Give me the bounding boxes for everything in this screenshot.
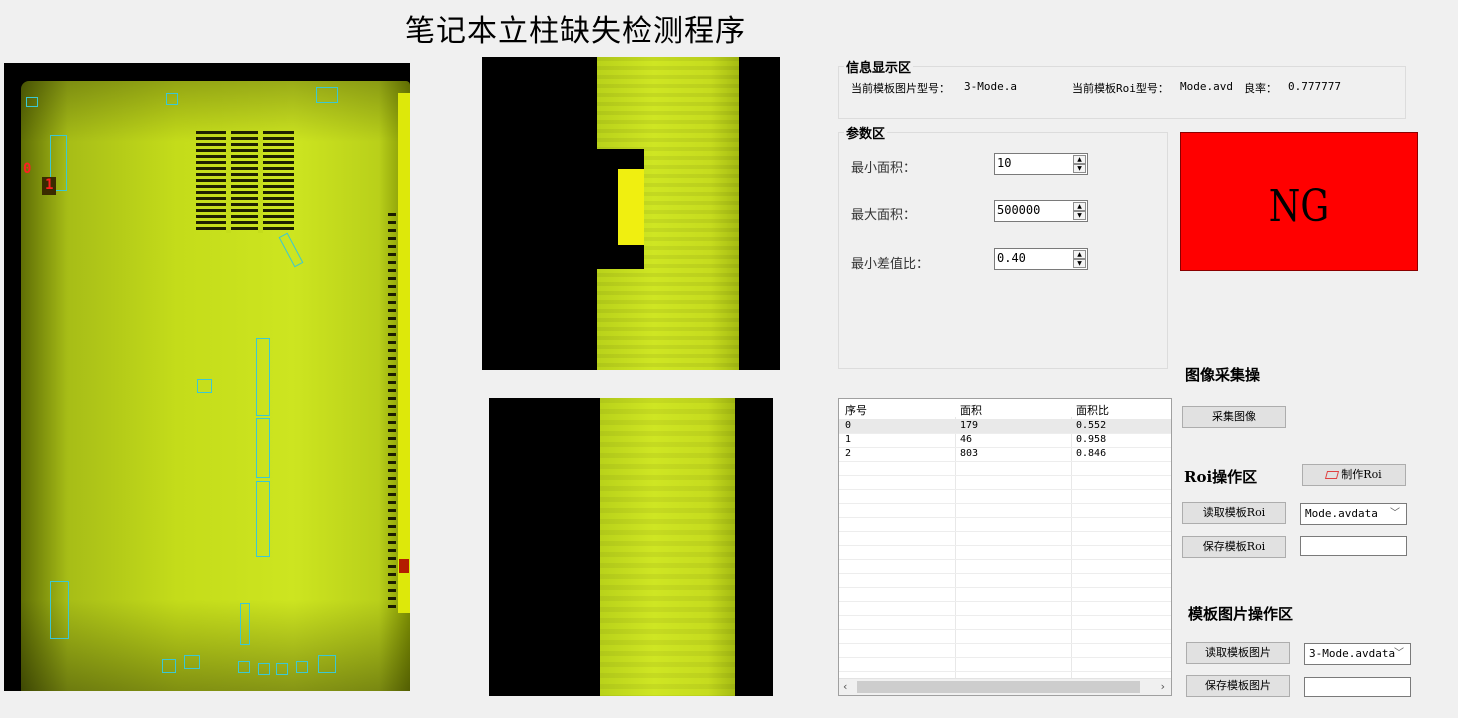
roi-box xyxy=(162,659,176,673)
template-save-name-input[interactable] xyxy=(1304,677,1411,697)
spin-down-icon[interactable]: ▼ xyxy=(1073,164,1086,173)
horizontal-scrollbar[interactable]: ‹ › xyxy=(839,678,1171,695)
app-title: 笔记本立柱缺失检测程序 xyxy=(405,14,746,49)
save-template-button[interactable]: 保存模板图片 xyxy=(1186,675,1290,697)
yield-value: 0.777777 xyxy=(1288,80,1341,93)
results-table[interactable]: 序号 面积 面积比 0 179 0.552 1 46 0.958 2 803 0… xyxy=(838,398,1172,696)
save-roi-button[interactable]: 保存模板Roi xyxy=(1182,536,1286,558)
spin-up-icon[interactable]: ▲ xyxy=(1073,250,1086,259)
roi-box xyxy=(296,661,308,673)
spin-up-icon[interactable]: ▲ xyxy=(1073,202,1086,211)
template-section-title: 模板图片操作区 xyxy=(1188,605,1294,623)
capture-image-button[interactable]: 采集图像 xyxy=(1182,406,1286,428)
roi-box xyxy=(318,655,336,673)
roi-section-title: Roi操作区 xyxy=(1184,468,1258,486)
roi-box xyxy=(256,338,270,416)
roi-box xyxy=(240,603,250,645)
column-header: 面积比 xyxy=(1076,404,1109,417)
result-indicator: NG xyxy=(1180,132,1418,271)
roi-box xyxy=(50,581,69,639)
column-header: 面积 xyxy=(960,404,982,417)
column-header: 序号 xyxy=(845,404,867,417)
main-camera-image: 0 1 xyxy=(4,63,410,691)
roi-box xyxy=(256,481,270,557)
template-select[interactable]: 3-Mode.avdata ﹀ xyxy=(1304,643,1411,665)
roi-box xyxy=(26,97,38,107)
yield-label: 良率： xyxy=(1244,82,1277,95)
template-image-value: 3-Mode.a xyxy=(964,80,1017,93)
roi-select[interactable]: Mode.avdata ﹀ xyxy=(1300,503,1407,525)
table-header: 序号 面积 面积比 xyxy=(839,399,1171,417)
roi-box xyxy=(197,379,212,393)
vent-grille xyxy=(196,131,294,233)
defect-mark: 0 xyxy=(23,161,32,177)
make-roi-button[interactable]: 制作Roi xyxy=(1302,464,1406,486)
defect-highlight xyxy=(618,169,644,245)
table-row[interactable]: 0 179 0.552 xyxy=(839,419,1171,434)
template-image-label: 当前模板图片型号： xyxy=(851,82,950,95)
roi-box xyxy=(258,663,270,675)
info-group-title: 信息显示区 xyxy=(844,57,914,76)
params-group-title: 参数区 xyxy=(844,123,888,142)
read-roi-button[interactable]: 读取模板Roi xyxy=(1182,502,1286,524)
scroll-right-icon[interactable]: › xyxy=(1161,680,1165,693)
roi-box xyxy=(166,93,178,105)
template-roi-value: Mode.avd xyxy=(1180,80,1233,93)
detail-image-bottom xyxy=(489,398,773,696)
table-row[interactable]: 2 803 0.846 xyxy=(839,447,1171,462)
max-area-input[interactable]: 500000 ▲ ▼ xyxy=(994,200,1088,222)
scroll-left-icon[interactable]: ‹ xyxy=(843,680,847,693)
roi-save-name-input[interactable] xyxy=(1300,536,1407,556)
detail-image-top xyxy=(482,57,780,370)
read-template-button[interactable]: 读取模板图片 xyxy=(1186,642,1290,664)
template-roi-label: 当前模板Roi型号： xyxy=(1072,82,1169,95)
min-area-label: 最小面积： xyxy=(851,161,917,176)
spin-up-icon[interactable]: ▲ xyxy=(1073,155,1086,164)
defect-mark: 1 xyxy=(45,177,54,193)
roi-box xyxy=(256,418,270,478)
capture-section-title: 图像采集操 xyxy=(1185,366,1261,384)
chevron-down-icon: ﹀ xyxy=(1394,648,1404,659)
roi-box xyxy=(316,87,338,103)
spin-down-icon[interactable]: ▼ xyxy=(1073,259,1086,268)
min-area-value: 10 xyxy=(997,156,1012,170)
min-diff-value: 0.40 xyxy=(997,251,1026,265)
max-area-label: 最大面积： xyxy=(851,208,917,223)
result-text: NG xyxy=(1268,181,1330,232)
chevron-down-icon: ﹀ xyxy=(1390,508,1400,519)
min-diff-label: 最小差值比： xyxy=(851,257,930,272)
max-area-value: 500000 xyxy=(997,203,1041,217)
min-area-input[interactable]: 10 ▲ ▼ xyxy=(994,153,1088,175)
spin-down-icon[interactable]: ▼ xyxy=(1073,211,1086,220)
roi-box xyxy=(276,663,288,675)
roi-box xyxy=(238,661,250,673)
scroll-thumb[interactable] xyxy=(857,681,1140,693)
roi-shape-icon xyxy=(1325,471,1340,479)
roi-box xyxy=(184,655,200,669)
min-diff-input[interactable]: 0.40 ▲ ▼ xyxy=(994,248,1088,270)
table-row[interactable]: 1 46 0.958 xyxy=(839,433,1171,448)
